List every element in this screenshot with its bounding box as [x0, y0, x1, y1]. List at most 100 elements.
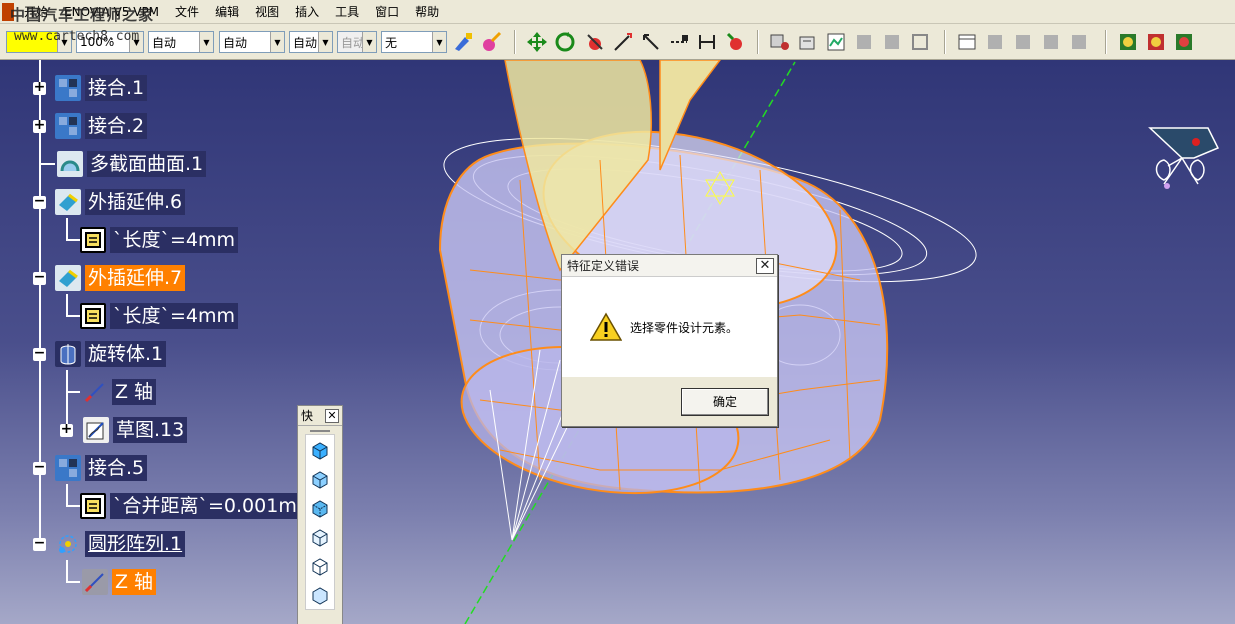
tree-node-multi-section-surface-1[interactable]: 多截面曲面.1 — [31, 149, 207, 179]
tree-node-label: 接合.5 — [85, 455, 148, 481]
line-normal-icon[interactable] — [611, 30, 635, 54]
menu-edit[interactable]: 编辑 — [207, 1, 247, 23]
swap-visible-icon[interactable] — [723, 30, 747, 54]
menu-insert[interactable]: 插入 — [287, 1, 327, 23]
collapse-icon[interactable]: − — [33, 270, 46, 285]
tree-node-join-2[interactable]: + 接合.2 — [31, 111, 148, 141]
axis-line-icon — [82, 569, 108, 595]
tree-node-label: Z 轴 — [112, 379, 157, 405]
fly-mode-icon[interactable] — [639, 30, 663, 54]
revolve-icon — [55, 341, 81, 367]
transparency-combo[interactable]: 100% ▼ — [76, 31, 144, 53]
collapse-icon[interactable]: − — [33, 536, 46, 551]
expand-icon[interactable]: + — [33, 80, 46, 95]
menu-enovia[interactable]: ENOVIA V5 VPM — [56, 1, 167, 23]
table-icon[interactable] — [955, 30, 979, 54]
pan-icon[interactable] — [525, 30, 549, 54]
line-type-combo[interactable]: 自动 ▼ — [219, 31, 285, 53]
layer-combo[interactable]: 无 ▼ — [381, 31, 447, 53]
workbench-part-icon[interactable] — [1116, 30, 1140, 54]
tree-node-join-5[interactable]: − 接合.5 — [31, 453, 148, 483]
3d-viewport[interactable]: + 接合.1 + 接合.2 多截面曲面.1 − 外插延伸.6 `长度`=4mm — [0, 60, 1235, 624]
tree-node-circular-pattern-1[interactable]: − 圆形阵列.1 — [31, 529, 186, 559]
measure-between-icon[interactable] — [695, 30, 719, 54]
tree-node-extrapolate-6[interactable]: − 外插延伸.6 — [31, 187, 186, 217]
point-type-value: 自动 — [293, 35, 318, 50]
dialog-footer: 确定 — [562, 377, 777, 426]
tree-node-length-param[interactable]: `长度`=4mm — [66, 225, 239, 255]
tree-node-label: 圆形阵列.1 — [85, 531, 186, 557]
layer-value: 无 — [385, 35, 398, 50]
properties-wand-icon[interactable] — [479, 30, 503, 54]
menu-tools[interactable]: 工具 — [327, 1, 367, 23]
specification-tree: + 接合.1 + 接合.2 多截面曲面.1 − 外插延伸.6 `长度`=4mm — [0, 60, 320, 624]
custom-view-icon[interactable] — [306, 580, 334, 609]
chevron-down-icon: ▼ — [318, 32, 332, 52]
wireframe-icon[interactable] — [306, 522, 334, 551]
line-thickness-combo[interactable]: 自动 ▼ — [148, 31, 214, 53]
tree-node-label: `长度`=4mm — [110, 227, 239, 253]
hidden-line-icon[interactable] — [306, 551, 334, 580]
menu-bar: 开始 ENOVIA V5 VPM 文件 编辑 视图 插入 工具 窗口 帮助 — [0, 0, 1235, 24]
tree-node-label-selected: 外插延伸.7 — [85, 265, 186, 291]
workbench-shape-icon[interactable] — [1144, 30, 1168, 54]
tree-node-extrapolate-7[interactable]: − 外插延伸.7 — [31, 263, 186, 293]
law-icon[interactable] — [1039, 30, 1063, 54]
point-type-combo[interactable]: 自动 ▼ — [289, 31, 333, 53]
join-icon — [55, 75, 81, 101]
menu-file[interactable]: 文件 — [167, 1, 207, 23]
reaction-icon[interactable] — [1067, 30, 1091, 54]
expand-icon[interactable]: + — [60, 422, 73, 437]
workbench-assembly-icon[interactable] — [1172, 30, 1196, 54]
tree-node-join-1[interactable]: + 接合.1 — [31, 73, 148, 103]
tree-node-sketch-13[interactable]: + 草图.13 — [55, 415, 188, 445]
close-icon[interactable]: ✕ — [325, 408, 339, 423]
menu-start[interactable]: 开始 — [16, 1, 56, 23]
chevron-down-icon: ▼ — [57, 32, 71, 52]
rotate-icon[interactable] — [553, 30, 577, 54]
tree-node-z-axis[interactable]: Z 轴 — [66, 377, 157, 407]
tree-node-label: 旋转体.1 — [85, 341, 167, 367]
tree-node-merge-distance-param[interactable]: `合并距离`=0.001mm — [66, 491, 319, 521]
update-icon[interactable] — [796, 30, 820, 54]
knowledge-icon[interactable] — [880, 30, 904, 54]
formula-icon[interactable] — [908, 30, 932, 54]
shading-icon[interactable] — [306, 435, 334, 464]
painter-icon[interactable] — [451, 30, 475, 54]
hide-show-icon[interactable] — [583, 30, 607, 54]
image-capture-icon[interactable] — [824, 30, 848, 54]
color-combo[interactable]: ▼ — [6, 31, 72, 53]
extrapolate-icon — [55, 189, 81, 215]
close-icon[interactable]: ✕ — [756, 257, 774, 274]
collapse-icon[interactable]: − — [33, 346, 46, 361]
quick-toolbar-titlebar[interactable]: 快 ✕ — [298, 406, 342, 426]
collapse-icon[interactable]: − — [33, 194, 46, 209]
macro-icon[interactable] — [852, 30, 876, 54]
tree-node-revolve-1[interactable]: − 旋转体.1 — [31, 339, 167, 369]
tree-node-length-param[interactable]: `长度`=4mm — [66, 301, 239, 331]
catalog-browser-icon[interactable] — [768, 30, 792, 54]
shading-edges-hidden-icon[interactable] — [306, 493, 334, 522]
parameter-box-icon — [80, 493, 106, 519]
parameters-icon[interactable] — [983, 30, 1007, 54]
menu-window[interactable]: 窗口 — [367, 1, 407, 23]
line-thickness-value: 自动 — [152, 35, 177, 50]
design-table-icon[interactable] — [1011, 30, 1035, 54]
ok-button[interactable]: 确定 — [681, 387, 769, 416]
dialog-message: 选择零件设计元素。 — [630, 320, 739, 335]
compass-measure-icon[interactable] — [667, 30, 691, 54]
dialog-titlebar[interactable]: 特征定义错误 ✕ — [562, 255, 777, 277]
toolbar-separator — [757, 30, 759, 54]
compass-icon[interactable] — [1142, 122, 1222, 202]
tree-node-z-axis-selected[interactable]: Z 轴 — [66, 567, 157, 597]
transparency-value: 100% — [80, 35, 115, 49]
dialog-body: 选择零件设计元素。 — [562, 277, 777, 377]
menu-view[interactable]: 视图 — [247, 1, 287, 23]
expand-icon[interactable]: + — [33, 118, 46, 133]
drag-handle[interactable] — [310, 430, 330, 432]
collapse-icon[interactable]: − — [33, 460, 46, 475]
shading-edges-icon[interactable] — [306, 464, 334, 493]
menu-help[interactable]: 帮助 — [407, 1, 447, 23]
tree-node-label: 草图.13 — [113, 417, 188, 443]
tree-node-label: 多截面曲面.1 — [87, 151, 207, 177]
